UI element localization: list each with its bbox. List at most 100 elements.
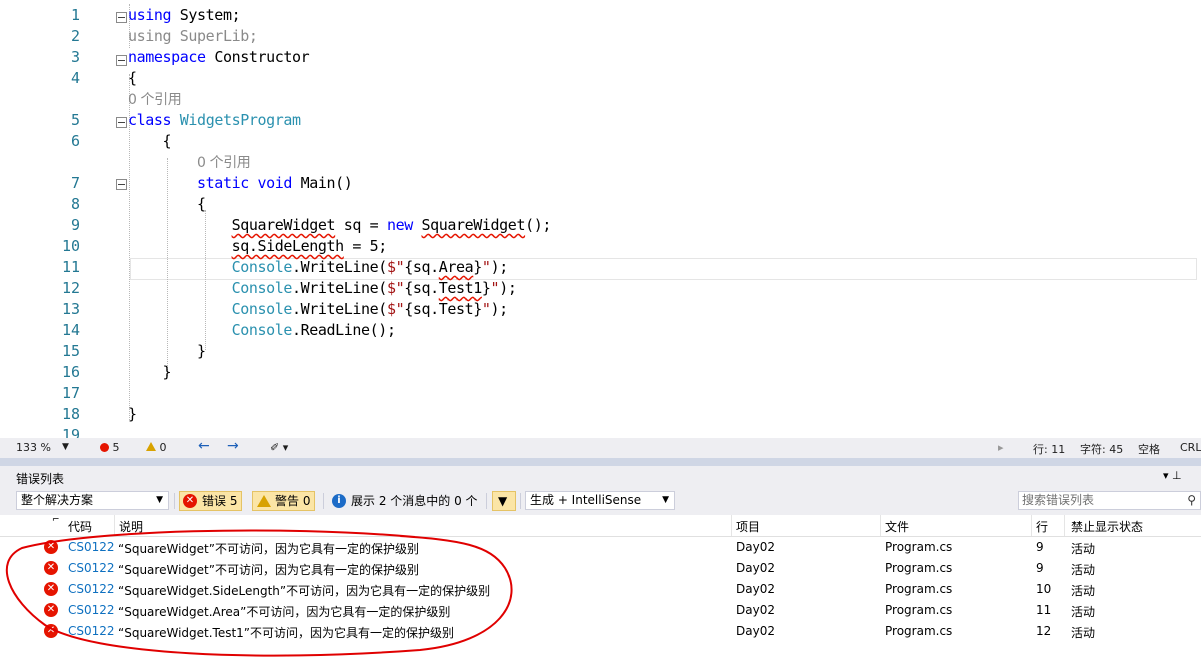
column-header-description[interactable]: 说明 bbox=[119, 518, 143, 535]
error-row[interactable]: ✕ CS0122 “SquareWidget”不可访问，因为它具有一定的保护级别 Da… bbox=[0, 558, 1201, 579]
error-list-toolbar: 整个解决方案 ▼ ✕ 错误 5 警告 0 i 展示 2 个消息中的 0 个 ▼ 生… bbox=[0, 488, 1201, 515]
code-token: $" bbox=[386, 300, 405, 318]
code-line[interactable]: sq.SideLength = 5; bbox=[128, 236, 388, 257]
error-row[interactable]: ✕ CS0122 “SquareWidget.Test1”不可访问，因为它具有一定的… bbox=[0, 621, 1201, 642]
fold-toggle[interactable] bbox=[116, 179, 127, 190]
fold-toggle[interactable] bbox=[116, 117, 127, 128]
code-token: $" bbox=[386, 258, 405, 276]
error-icon: ✕ bbox=[183, 494, 197, 508]
code-line[interactable]: using SuperLib; bbox=[128, 26, 258, 47]
column-header-code[interactable]: 代码 bbox=[68, 518, 92, 535]
code-line[interactable]: } bbox=[128, 404, 137, 425]
panel-pin-icon[interactable]: ▾ ⊥ bbox=[1163, 469, 1182, 482]
line-number: 12 bbox=[61, 279, 80, 297]
fold-toggle[interactable] bbox=[116, 12, 127, 23]
column-divider[interactable] bbox=[880, 515, 881, 536]
nav-back-icon[interactable]: ← bbox=[198, 438, 210, 454]
error-project: Day02 bbox=[736, 603, 775, 617]
line-number: 8 bbox=[70, 195, 80, 213]
line-number: 10 bbox=[61, 237, 80, 255]
code-line[interactable]: Console.ReadLine(); bbox=[128, 320, 396, 341]
column-divider[interactable] bbox=[1064, 515, 1065, 536]
code-line[interactable]: { bbox=[128, 131, 172, 152]
error-description: “SquareWidget”不可访问，因为它具有一定的保护级别 bbox=[118, 563, 419, 577]
line-number: 16 bbox=[61, 363, 80, 381]
column-divider[interactable] bbox=[114, 515, 115, 536]
code-line[interactable]: 0 个引用 bbox=[128, 89, 182, 110]
error-icon: ✕ bbox=[44, 582, 58, 596]
warnings-filter-button[interactable]: 警告 0 bbox=[252, 491, 316, 511]
code-line[interactable]: } bbox=[128, 341, 206, 362]
error-code-link[interactable]: CS0122 bbox=[68, 561, 115, 575]
code-token: void bbox=[257, 174, 293, 192]
line-ending[interactable]: CRL bbox=[1180, 441, 1201, 454]
code-editor[interactable]: 1 using System; 2 using SuperLib; 3 namespace… bbox=[0, 4, 1201, 438]
scope-select[interactable]: 整个解决方案 ▼ bbox=[16, 491, 169, 510]
line-number: 3 bbox=[70, 48, 80, 66]
nav-forward-icon[interactable]: → bbox=[227, 438, 239, 454]
code-line[interactable]: { bbox=[128, 68, 137, 89]
error-squiggle-token: sq.SideLength bbox=[231, 237, 345, 255]
error-code-link[interactable]: CS0122 bbox=[68, 540, 115, 554]
messages-filter-button[interactable]: i 展示 2 个消息中的 0 个 bbox=[328, 491, 483, 511]
search-error-list-input[interactable]: 搜索错误列表 ⚲ bbox=[1018, 491, 1201, 510]
code-token: class bbox=[128, 111, 172, 129]
error-count[interactable]: 5 bbox=[100, 441, 120, 454]
filter-toggle-button[interactable]: ▼ bbox=[492, 491, 516, 511]
line-number: 2 bbox=[70, 27, 80, 45]
error-squiggle-token: Area bbox=[438, 258, 474, 276]
code-line[interactable]: static void Main() bbox=[128, 173, 353, 194]
error-squiggle-token: Test1 bbox=[438, 279, 483, 297]
column-header-suppression[interactable]: 禁止显示状态 bbox=[1071, 518, 1143, 535]
error-suppression-state: 活动 bbox=[1071, 605, 1096, 619]
code-line[interactable]: using System; bbox=[128, 5, 241, 26]
error-suppression-state: 活动 bbox=[1071, 626, 1096, 640]
code-line[interactable]: 0 个引用 bbox=[128, 152, 251, 173]
column-header-file[interactable]: 文件 bbox=[885, 518, 909, 535]
code-line[interactable]: { bbox=[128, 194, 206, 215]
warning-count[interactable]: 0 bbox=[146, 441, 167, 454]
code-line[interactable]: Console.WriteLine($"{sq.Test}"); bbox=[128, 299, 509, 320]
code-line[interactable]: class WidgetsProgram bbox=[128, 110, 301, 131]
column-divider[interactable] bbox=[731, 515, 732, 536]
code-line[interactable]: Console.WriteLine($"{sq.Test1}"); bbox=[128, 278, 517, 299]
errors-filter-button[interactable]: ✕ 错误 5 bbox=[179, 491, 243, 511]
error-icon: ✕ bbox=[44, 540, 58, 554]
column-divider[interactable] bbox=[1031, 515, 1032, 536]
error-icon: ✕ bbox=[44, 561, 58, 575]
sort-icon[interactable]: ⌐ bbox=[52, 515, 60, 525]
zoom-dropdown-icon[interactable]: ▼ bbox=[62, 442, 69, 452]
codelens-reference-count[interactable]: 0 个引用 bbox=[128, 92, 182, 108]
toolbar-separator bbox=[323, 493, 324, 509]
error-icon: ✕ bbox=[44, 624, 58, 638]
indent-mode[interactable]: 空格 bbox=[1138, 441, 1160, 457]
error-row[interactable]: ✕ CS0122 “SquareWidget.SideLength”不可访问，因为它… bbox=[0, 579, 1201, 600]
toolbar-separator bbox=[486, 493, 487, 509]
warning-icon bbox=[146, 442, 156, 451]
brush-icon[interactable]: ✐ ▾ bbox=[270, 441, 288, 454]
codelens-reference-count[interactable]: 0 个引用 bbox=[197, 155, 251, 171]
fold-toggle[interactable] bbox=[116, 55, 127, 66]
line-number bbox=[0, 152, 80, 173]
column-header-project[interactable]: 项目 bbox=[736, 518, 760, 535]
error-code-link[interactable]: CS0122 bbox=[68, 624, 115, 638]
code-line[interactable]: Console.WriteLine($"{sq.Area}"); bbox=[128, 257, 509, 278]
editor-status-bar: 133 % ▼ 5 0 ← → ✐ ▾ ▸ 行: 11 字符: 45 空格 CR… bbox=[0, 438, 1201, 458]
error-code-link[interactable]: CS0122 bbox=[68, 603, 115, 617]
line-number: 7 bbox=[70, 174, 80, 192]
error-code-link[interactable]: CS0122 bbox=[68, 582, 115, 596]
panel-splitter[interactable] bbox=[0, 458, 1201, 466]
zoom-level[interactable]: 133 % bbox=[16, 441, 51, 454]
error-grid-header: ⌐ 代码 说明 项目 文件 行 禁止显示状态 bbox=[0, 515, 1201, 537]
column-header-line[interactable]: 行 bbox=[1036, 518, 1048, 535]
code-token: " bbox=[490, 279, 500, 297]
error-row[interactable]: ✕ CS0122 “SquareWidget.Area”不可访问，因为它具有一定的保… bbox=[0, 600, 1201, 621]
code-line[interactable]: } bbox=[128, 362, 172, 383]
scroll-right-icon[interactable]: ▸ bbox=[998, 441, 1004, 454]
build-source-select[interactable]: 生成 + IntelliSense ▼ bbox=[525, 491, 675, 510]
error-row[interactable]: ✕ CS0122 “SquareWidget”不可访问，因为它具有一定的保护级别 Da… bbox=[0, 537, 1201, 558]
code-line[interactable]: SquareWidget sq = new SquareWidget(); bbox=[128, 215, 552, 236]
warning-icon bbox=[257, 495, 271, 507]
error-project: Day02 bbox=[736, 540, 775, 554]
code-line[interactable]: namespace Constructor bbox=[128, 47, 310, 68]
